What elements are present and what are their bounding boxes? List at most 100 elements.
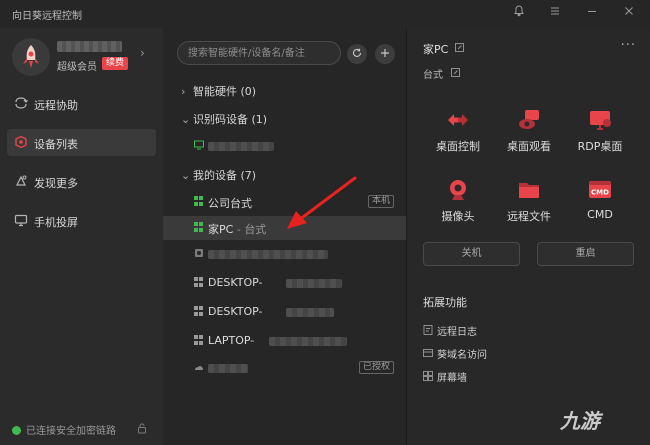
extension-remote-log[interactable]: 远程日志 bbox=[423, 323, 477, 338]
renew-badge[interactable]: 续费 bbox=[102, 57, 129, 70]
bell-icon[interactable] bbox=[511, 5, 527, 21]
log-icon bbox=[423, 325, 437, 338]
cmd-icon-text: CMD bbox=[591, 189, 609, 197]
search-input[interactable] bbox=[188, 46, 334, 61]
avatar[interactable] bbox=[12, 38, 50, 76]
feature-label: 摄像头 bbox=[441, 210, 475, 223]
feature-label: 桌面观看 bbox=[507, 140, 551, 153]
feature-camera[interactable]: 摄像头 bbox=[423, 178, 493, 226]
monitor-online-icon bbox=[194, 140, 204, 150]
left-sidebar: 超级会员 续费 › 远程协助 设备列表 发现更多 手机投屏 已连接安全加密链路 bbox=[0, 28, 163, 445]
refresh-button[interactable] bbox=[347, 44, 367, 64]
secure-link-text: 已连接安全加密链路 bbox=[26, 426, 116, 437]
edit-type-icon[interactable] bbox=[451, 68, 460, 80]
screen-wall-icon bbox=[423, 371, 437, 384]
windows-icon bbox=[194, 277, 204, 287]
extension-domain-access[interactable]: 葵域名访问 bbox=[423, 346, 487, 361]
edit-name-icon[interactable] bbox=[455, 43, 464, 55]
domain-access-icon bbox=[423, 348, 437, 361]
more-options-icon[interactable]: ··· bbox=[621, 38, 636, 53]
device-type-label: 台式 bbox=[423, 70, 443, 81]
cmd-icon: CMD bbox=[588, 178, 612, 202]
feature-label: RDP桌面 bbox=[577, 140, 623, 153]
menu-icon[interactable] bbox=[547, 5, 563, 21]
search-box[interactable] bbox=[177, 41, 341, 65]
windows-icon bbox=[194, 335, 204, 345]
windows-icon bbox=[194, 222, 204, 232]
group-my-devices[interactable]: ⌄ 我的设备 (7) bbox=[181, 167, 256, 183]
feature-label: CMD bbox=[587, 208, 613, 221]
device-row-authorized[interactable]: 已授权 bbox=[163, 356, 406, 380]
group-smart-hardware[interactable]: › 智能硬件 (0) bbox=[181, 83, 256, 99]
desktop-control-icon bbox=[446, 108, 470, 132]
extension-label: 葵域名访问 bbox=[437, 350, 487, 361]
online-status-dot bbox=[12, 426, 21, 435]
windows-icon bbox=[194, 196, 204, 206]
device-name: 公司台式 bbox=[208, 197, 252, 210]
nav-label: 远程协助 bbox=[34, 99, 78, 112]
extension-screen-wall[interactable]: 屏幕墙 bbox=[423, 369, 467, 384]
remote-file-icon bbox=[517, 178, 541, 202]
device-row-desktop-1[interactable]: DESKTOP- bbox=[163, 271, 406, 295]
device-detail-panel: 家PC ··· 台式 桌面控制 桌面观看 RDP桌面 摄像头 远程文件 CMD … bbox=[406, 28, 650, 445]
feature-desktop-view[interactable]: 桌面观看 bbox=[494, 108, 564, 156]
annotation-arrow-icon bbox=[287, 176, 357, 229]
feature-label: 桌面控制 bbox=[436, 140, 480, 153]
feature-label: 远程文件 bbox=[507, 210, 551, 223]
device-name-redacted bbox=[208, 364, 248, 373]
device-row-offline-1[interactable] bbox=[163, 242, 406, 266]
extension-label: 屏幕墙 bbox=[437, 373, 467, 384]
group-label: 我的设备 (7) bbox=[193, 169, 257, 182]
device-title: 家PC bbox=[423, 43, 449, 56]
device-name-redacted bbox=[208, 250, 328, 259]
secure-link-status: 已连接安全加密链路 bbox=[12, 422, 116, 437]
device-name-redacted bbox=[286, 308, 334, 317]
feature-cmd[interactable]: CMD CMD bbox=[565, 178, 635, 226]
restart-button[interactable]: 重启 bbox=[537, 242, 634, 266]
nav-item-remote-assist[interactable]: 远程协助 bbox=[7, 90, 156, 117]
device-row-desktop-2[interactable]: DESKTOP- bbox=[163, 300, 406, 324]
nav-item-discover[interactable]: 发现更多 bbox=[7, 168, 156, 195]
shutdown-button[interactable]: 关机 bbox=[423, 242, 520, 266]
rdp-desktop-icon bbox=[588, 108, 612, 132]
screen-cast-icon bbox=[14, 213, 28, 227]
username-redacted bbox=[57, 41, 122, 52]
nav-item-screen-cast[interactable]: 手机投屏 bbox=[7, 207, 156, 234]
device-name: LAPTOP- bbox=[208, 334, 255, 347]
device-separator: - bbox=[236, 223, 241, 236]
device-type: 台式 bbox=[244, 223, 267, 236]
device-name-redacted bbox=[208, 142, 274, 151]
feature-desktop-control[interactable]: 桌面控制 bbox=[423, 108, 493, 156]
close-icon[interactable] bbox=[621, 5, 637, 21]
nav-label: 设备列表 bbox=[34, 138, 78, 151]
group-label: 智能硬件 (0) bbox=[193, 85, 257, 98]
device-list-icon bbox=[14, 135, 28, 149]
chevron-right-icon[interactable]: › bbox=[140, 46, 145, 60]
feature-rdp-desktop[interactable]: RDP桌面 bbox=[565, 108, 635, 156]
feature-remote-file[interactable]: 远程文件 bbox=[494, 178, 564, 226]
windows-icon bbox=[194, 306, 204, 316]
this-machine-tag: 本机 bbox=[367, 195, 394, 208]
add-device-button[interactable] bbox=[375, 44, 395, 64]
discover-icon bbox=[14, 174, 28, 188]
cloud-device-icon bbox=[194, 362, 204, 372]
device-name: DESKTOP- bbox=[208, 305, 263, 318]
app-title: 向日葵远程控制 bbox=[12, 11, 82, 22]
lock-icon[interactable] bbox=[137, 423, 147, 437]
minimize-icon[interactable] bbox=[584, 5, 600, 21]
group-label: 识别码设备 (1) bbox=[193, 113, 268, 126]
group-id-devices[interactable]: ⌄ 识别码设备 (1) bbox=[181, 111, 267, 127]
authorized-tag: 已授权 bbox=[358, 361, 394, 374]
device-row-laptop[interactable]: LAPTOP- bbox=[163, 329, 406, 353]
device-name: DESKTOP- bbox=[208, 276, 263, 289]
offline-device-icon bbox=[194, 248, 204, 258]
desktop-view-icon bbox=[517, 108, 541, 132]
chevron-right-icon: › bbox=[181, 85, 186, 98]
nav-item-device-list[interactable]: 设备列表 bbox=[7, 129, 156, 156]
site-watermark: 九游 bbox=[560, 409, 600, 433]
remote-assist-icon bbox=[14, 96, 28, 110]
device-name-line: 家PC - 台式 bbox=[208, 221, 266, 237]
device-row-id[interactable] bbox=[163, 134, 406, 158]
device-name-redacted bbox=[286, 279, 342, 288]
chevron-down-icon: ⌄ bbox=[181, 113, 191, 126]
